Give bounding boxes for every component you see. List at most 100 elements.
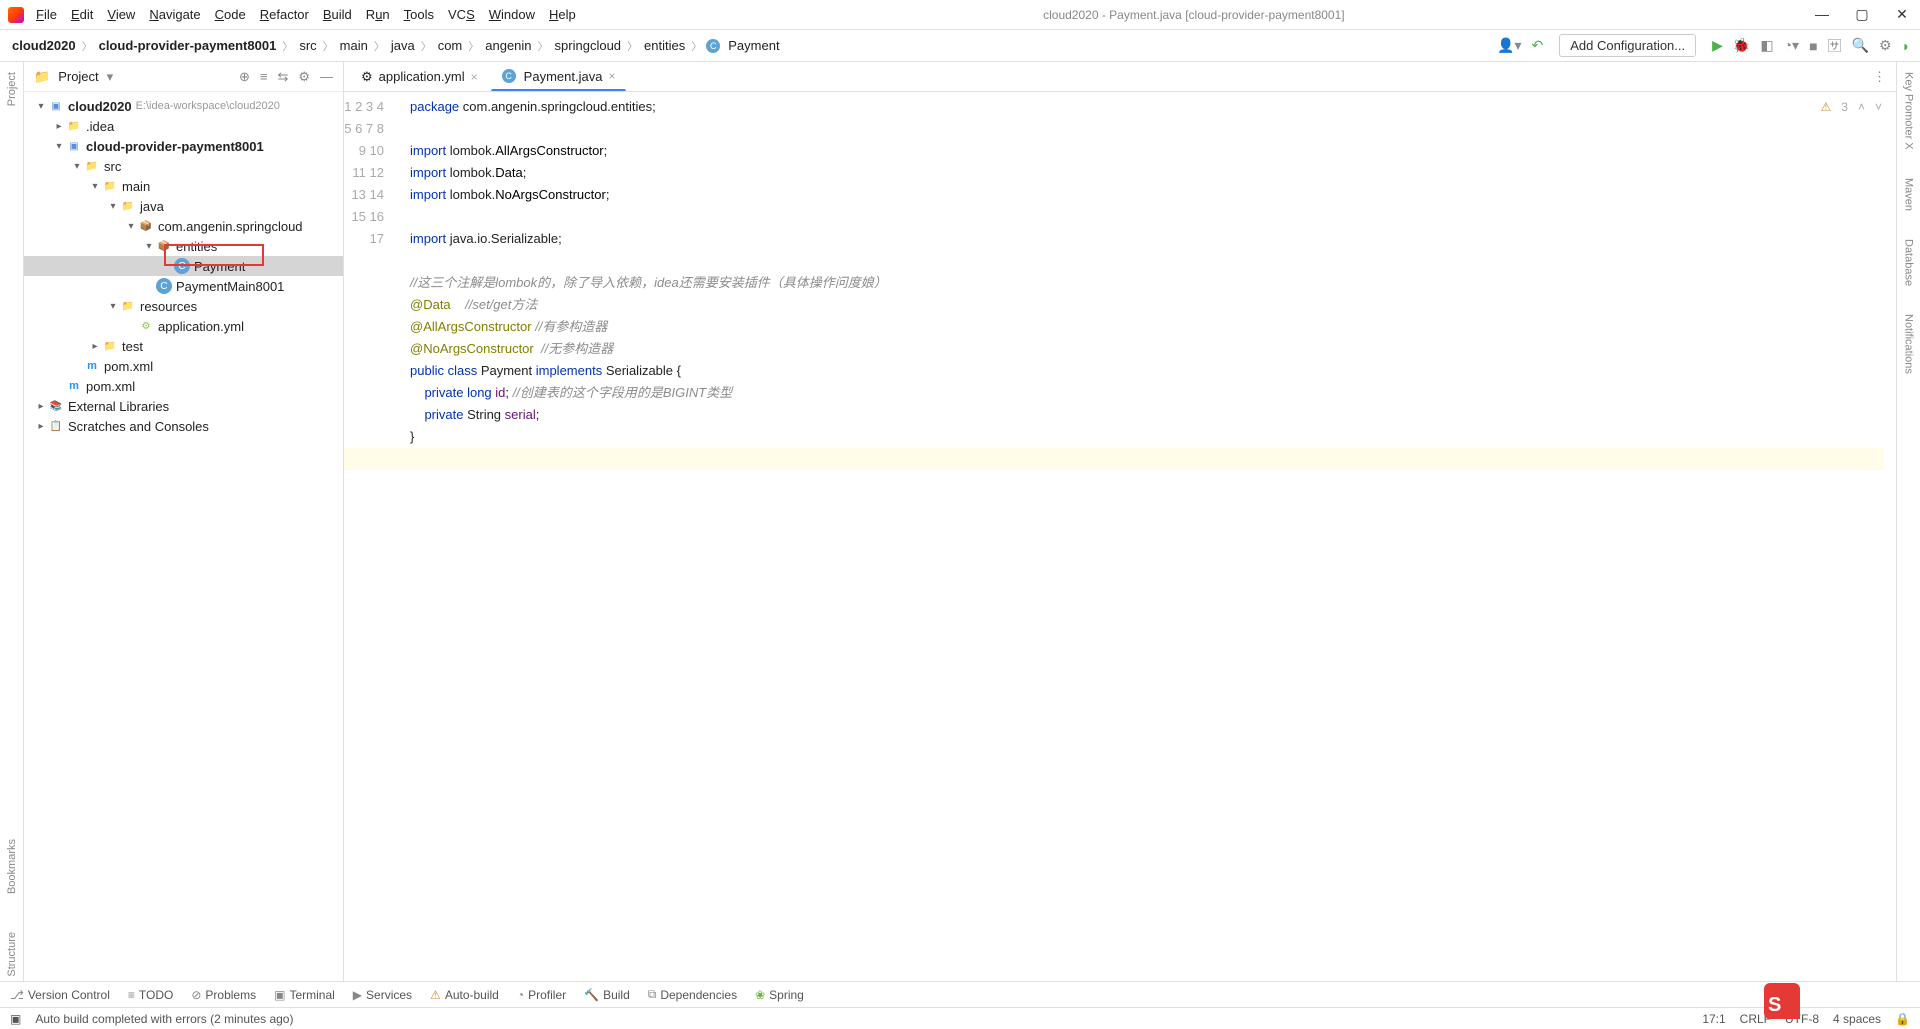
chevron-up-icon[interactable]: ˄	[1858, 96, 1865, 118]
menu-window[interactable]: Window	[489, 7, 535, 22]
tool-profiler[interactable]: ◔Profiler	[517, 988, 566, 1002]
tab-application-yml[interactable]: ⚙ application.yml ×	[350, 63, 489, 91]
status-indent[interactable]: 4 spaces	[1833, 1012, 1881, 1026]
tool-keypromoter[interactable]: Key Promoter X	[1903, 68, 1915, 154]
tab-payment-java[interactable]: C Payment.java ×	[491, 63, 627, 91]
crumb-java[interactable]: java	[389, 36, 417, 55]
crumb-com[interactable]: com	[436, 36, 465, 55]
coverage-icon[interactable]: ◧	[1760, 37, 1773, 54]
tool-database[interactable]: Database	[1903, 235, 1915, 290]
crumb-entities[interactable]: entities	[642, 36, 687, 55]
window-controls: — ▢ ✕	[1812, 6, 1912, 23]
main-area: Project Bookmarks Structure 📁 Project ▾ …	[0, 62, 1920, 981]
crumb-main[interactable]: main	[338, 36, 370, 55]
tree-test[interactable]: test	[122, 339, 143, 354]
crumb-src[interactable]: src	[297, 36, 318, 55]
class-icon: C	[706, 39, 720, 53]
tree-src[interactable]: src	[104, 159, 121, 174]
tree-pom-root[interactable]: pom.xml	[86, 379, 135, 394]
menu-vcs[interactable]: VCS	[448, 7, 475, 22]
gear-icon[interactable]: ⚙	[298, 69, 310, 85]
lock-icon[interactable]: 🔒	[1895, 1012, 1910, 1026]
tree-appyml[interactable]: application.yml	[158, 319, 244, 334]
crumb-class[interactable]: Payment	[726, 36, 781, 55]
menu-run[interactable]: Run	[366, 7, 390, 22]
profile-icon[interactable]: ◔▾	[1784, 37, 1799, 54]
toolbar-right: 👤▾ ↶ Add Configuration... ▶ 🐞 ◧ ◔▾ ■ 🈂 🔍…	[1497, 34, 1910, 57]
tool-notifications[interactable]: Notifications	[1903, 310, 1915, 378]
tab-close-icon[interactable]: ×	[471, 70, 478, 84]
search-icon[interactable]: 🔍	[1852, 37, 1869, 54]
tree-resources[interactable]: resources	[140, 299, 197, 314]
window-title: cloud2020 - Payment.java [cloud-provider…	[576, 8, 1812, 22]
menu-refactor[interactable]: Refactor	[260, 7, 309, 22]
tree-entities[interactable]: entities	[176, 239, 217, 254]
menu-navigate[interactable]: Navigate	[149, 7, 200, 22]
debug-icon[interactable]: 🐞	[1733, 37, 1750, 54]
tree-java[interactable]: java	[140, 199, 164, 214]
tool-bookmarks[interactable]: Bookmarks	[6, 835, 18, 898]
user-icon[interactable]: 👤▾	[1497, 37, 1521, 54]
tree-payment[interactable]: CPayment	[24, 256, 343, 276]
tree-main[interactable]: main	[122, 179, 150, 194]
minimize-icon[interactable]: —	[1812, 6, 1832, 23]
maximize-icon[interactable]: ▢	[1852, 6, 1872, 23]
tool-todo[interactable]: ≡TODO	[128, 988, 173, 1002]
tool-project[interactable]: Project	[6, 68, 18, 110]
crumb-springcloud[interactable]: springcloud	[553, 36, 624, 55]
add-configuration-button[interactable]: Add Configuration...	[1559, 34, 1696, 57]
tabs-menu-icon[interactable]: ⋮	[1873, 69, 1886, 85]
status-pos[interactable]: 17:1	[1702, 1012, 1725, 1026]
tree-module[interactable]: cloud-provider-payment8001	[86, 139, 264, 154]
code-editor[interactable]: 1 2 3 4 5 6 7 8 9 10 11 12 13 14 15 16 1…	[344, 92, 1896, 981]
menu-help[interactable]: Help	[549, 7, 576, 22]
project-tree[interactable]: ▾▣cloud2020E:\idea-workspace\cloud2020 ▸…	[24, 92, 343, 981]
code-content[interactable]: package com.angenin.springcloud.entities…	[410, 92, 1896, 981]
collapse-icon[interactable]: ⇆	[277, 69, 288, 85]
tree-scratches[interactable]: Scratches and Consoles	[68, 419, 209, 434]
expand-icon[interactable]: ≡	[260, 69, 268, 85]
menu-view[interactable]: View	[107, 7, 135, 22]
back-arrow-icon[interactable]: ↶	[1531, 37, 1543, 54]
breadcrumb: cloud2020〉 cloud-provider-payment8001〉 s…	[10, 36, 1493, 55]
codewithme-icon[interactable]: ◗	[1902, 38, 1910, 54]
titlebar: File Edit View Navigate Code Refactor Bu…	[0, 0, 1920, 30]
close-icon[interactable]: ✕	[1892, 6, 1912, 23]
dropdown-icon[interactable]: ▾	[107, 69, 114, 85]
status-icon[interactable]: ▣	[10, 1012, 21, 1026]
tool-vcs[interactable]: ⎇Version Control	[10, 988, 110, 1002]
settings-icon[interactable]: ⚙	[1879, 37, 1892, 54]
crumb-module[interactable]: cloud-provider-payment8001	[97, 36, 279, 55]
chevron-down-icon[interactable]: ˅	[1875, 96, 1882, 118]
tool-services[interactable]: ▶Services	[353, 988, 412, 1002]
crumb-root[interactable]: cloud2020	[10, 36, 78, 55]
crumb-angenin[interactable]: angenin	[483, 36, 533, 55]
inspection-widget[interactable]: ⚠ 3 ˄ ˅	[1821, 96, 1882, 118]
tool-autobuild[interactable]: ⚠Auto-build	[430, 988, 499, 1002]
tree-package[interactable]: com.angenin.springcloud	[158, 219, 303, 234]
tree-root[interactable]: cloud2020	[68, 99, 132, 114]
menu-build[interactable]: Build	[323, 7, 352, 22]
menu-file[interactable]: File	[36, 7, 57, 22]
tree-pom-module[interactable]: pom.xml	[104, 359, 153, 374]
translate-icon[interactable]: 🈂	[1828, 36, 1842, 56]
menu-code[interactable]: Code	[215, 7, 246, 22]
tree-paymentmain[interactable]: PaymentMain8001	[176, 279, 284, 294]
tool-problems[interactable]: ⊘Problems	[191, 988, 256, 1002]
tool-structure[interactable]: Structure	[6, 928, 18, 981]
tree-idea[interactable]: .idea	[86, 119, 114, 134]
project-pane-title[interactable]: Project	[58, 69, 98, 84]
tool-maven[interactable]: Maven	[1903, 174, 1915, 215]
tool-build[interactable]: 🔨Build	[584, 988, 630, 1002]
tab-close-icon[interactable]: ×	[608, 69, 615, 83]
locate-icon[interactable]: ⊕	[239, 69, 250, 85]
stop-icon[interactable]: ■	[1809, 38, 1817, 54]
tree-extlib[interactable]: External Libraries	[68, 399, 169, 414]
tool-deps[interactable]: ⧉Dependencies	[648, 987, 737, 1002]
tool-spring[interactable]: ❀Spring	[755, 988, 804, 1002]
menu-tools[interactable]: Tools	[404, 7, 434, 22]
menu-edit[interactable]: Edit	[71, 7, 93, 22]
hide-icon[interactable]: —	[320, 69, 333, 85]
tool-terminal[interactable]: ▣Terminal	[274, 988, 335, 1002]
run-icon[interactable]: ▶	[1712, 37, 1723, 54]
